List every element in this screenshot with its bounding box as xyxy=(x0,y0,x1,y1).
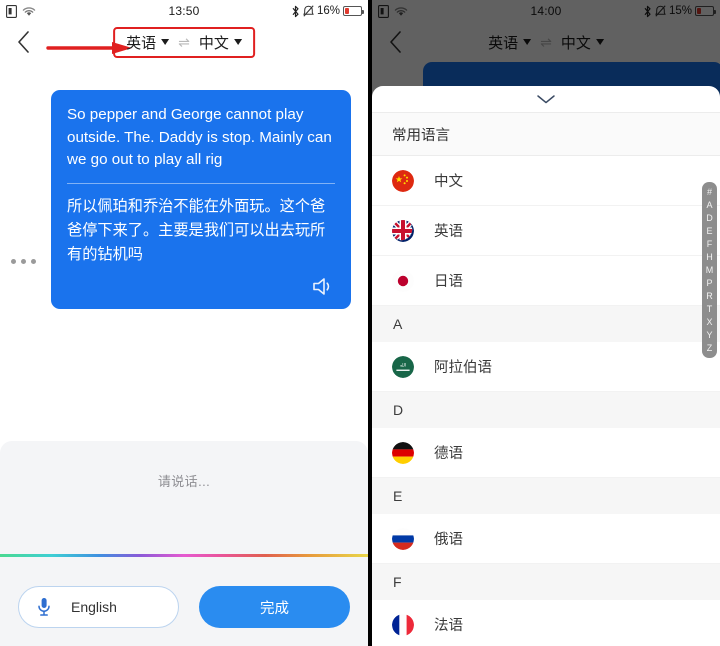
voice-action-row: English 完成 xyxy=(0,586,368,628)
common-languages-header: 常用语言 xyxy=(372,112,720,156)
flag-china-icon xyxy=(392,169,414,192)
index-header-e: E xyxy=(372,478,720,514)
status-bar: 13:50 16% xyxy=(0,0,368,22)
left-phone-screen: 13:50 16% 英语 ⇌ 中文 So pepper and George c… xyxy=(0,0,368,646)
chevron-down-icon xyxy=(161,39,170,45)
typing-dot xyxy=(21,259,26,264)
mute-icon xyxy=(303,5,314,17)
play-audio-button[interactable] xyxy=(67,276,335,297)
flag-france-icon xyxy=(392,613,414,636)
status-bar: 14:00 15% xyxy=(372,0,720,22)
battery-icon xyxy=(343,6,364,16)
audio-waveform-bar xyxy=(0,554,368,557)
language-row-yingyu[interactable]: 英语 xyxy=(372,206,720,256)
language-pair-selector[interactable]: 英语 ⇌ 中文 xyxy=(113,26,255,58)
flag-japan-icon xyxy=(392,269,414,292)
language-row-fayu[interactable]: 法语 xyxy=(372,600,720,646)
back-button[interactable] xyxy=(6,22,40,62)
index-header-d: D xyxy=(372,392,720,428)
done-button[interactable]: 完成 xyxy=(199,586,350,628)
source-language-label: 英语 xyxy=(126,34,157,52)
status-bar-right-icons: 15% xyxy=(643,5,716,18)
back-chevron-icon xyxy=(389,31,401,53)
battery-icon xyxy=(695,6,716,16)
chevron-down-icon xyxy=(233,39,242,45)
source-language-chip[interactable]: 英语 xyxy=(488,32,532,53)
index-header-f: F xyxy=(372,564,720,600)
target-language-chip[interactable]: 中文 xyxy=(561,32,604,53)
alpha-index-item[interactable]: P xyxy=(706,277,712,289)
source-language-chip[interactable]: 英语 xyxy=(126,32,170,53)
language-row-zhongwen[interactable]: 中文 xyxy=(372,156,720,206)
svg-text:الله: الله xyxy=(400,363,406,368)
bluetooth-icon xyxy=(292,5,299,17)
language-name: 中文 xyxy=(434,174,463,190)
target-language-chip[interactable]: 中文 xyxy=(199,32,242,53)
swap-arrows-icon[interactable]: ⇌ xyxy=(540,35,552,49)
battery-percent-label: 15% xyxy=(668,5,692,17)
alpha-index-item[interactable]: Y xyxy=(706,329,712,341)
voice-input-sheet: 请说话... English 完成 xyxy=(0,441,368,646)
back-chevron-icon xyxy=(17,31,29,53)
language-row-eyu[interactable]: 俄语 xyxy=(372,514,720,564)
bluetooth-icon xyxy=(644,5,651,17)
alpha-index-item[interactable]: F xyxy=(707,238,713,250)
translation-bubble[interactable]: So pepper and George cannot play outside… xyxy=(51,90,351,309)
language-pair-selector[interactable]: 英语 ⇌ 中文 xyxy=(477,28,615,57)
alpha-index-item[interactable]: M xyxy=(706,264,714,276)
language-name: 俄语 xyxy=(434,532,463,548)
bubble-divider xyxy=(67,182,335,184)
source-text: So pepper and George cannot play outside… xyxy=(67,106,332,168)
microphone-icon xyxy=(38,598,50,616)
chevron-down-icon xyxy=(595,39,604,45)
alpha-index-item[interactable]: Z xyxy=(707,342,713,354)
flag-uk-icon xyxy=(392,219,414,242)
typing-indicator xyxy=(11,259,36,264)
mic-language-button[interactable]: English xyxy=(18,586,179,628)
collapse-sheet-button[interactable] xyxy=(372,86,720,112)
language-name: 德语 xyxy=(434,446,463,462)
voice-hint-text: 请说话... xyxy=(157,474,211,489)
flag-russia-icon xyxy=(392,527,414,550)
target-language-label: 中文 xyxy=(560,34,591,52)
language-row-deyu[interactable]: 德语 xyxy=(372,428,720,478)
flag-saudi-arabia-icon: الله xyxy=(392,355,414,378)
language-name: 英语 xyxy=(434,224,463,240)
right-phone-screen: 14:00 15% 英语 ⇌ 中文 常用语言 中文 英语 日语 A الله 阿… xyxy=(372,0,720,646)
language-picker-sheet: 常用语言 中文 英语 日语 A الله 阿拉伯语 D 德语 E 俄语 F 法语 xyxy=(372,86,720,646)
chevron-down-icon xyxy=(537,95,555,104)
mute-icon xyxy=(655,5,666,17)
mic-language-label: English xyxy=(71,599,117,615)
language-name: 阿拉伯语 xyxy=(434,360,492,376)
alpha-index-item[interactable]: R xyxy=(706,290,713,302)
alpha-index-item[interactable]: E xyxy=(706,225,712,237)
typing-dot xyxy=(11,259,16,264)
top-nav-bar: 英语 ⇌ 中文 xyxy=(372,22,720,62)
language-name: 日语 xyxy=(434,274,463,290)
alpha-index-item[interactable]: A xyxy=(706,199,712,211)
back-button[interactable] xyxy=(378,22,412,62)
language-name: 法语 xyxy=(434,618,463,634)
alpha-index-item[interactable]: T xyxy=(707,303,713,315)
alphabet-index-rail[interactable]: # A D E F H M P R T X Y Z xyxy=(702,182,717,358)
target-language-label: 中文 xyxy=(198,34,229,52)
top-nav-bar: 英语 ⇌ 中文 xyxy=(0,22,368,62)
typing-dot xyxy=(31,259,36,264)
speaker-icon xyxy=(313,277,330,295)
language-row-alabo[interactable]: الله 阿拉伯语 xyxy=(372,342,720,392)
alpha-index-item[interactable]: D xyxy=(706,212,713,224)
battery-percent-label: 16% xyxy=(316,5,340,17)
source-language-label: 英语 xyxy=(488,34,519,52)
translated-text: 所以佩珀和乔治不能在外面玩。这个爸爸停下来了。主要是我们可以出去玩所有的钻机吗 xyxy=(67,197,326,263)
language-row-riyu[interactable]: 日语 xyxy=(372,256,720,306)
alpha-index-item[interactable]: # xyxy=(707,186,712,198)
chevron-down-icon xyxy=(523,39,532,45)
index-header-a: A xyxy=(372,306,720,342)
status-bar-right-icons: 16% xyxy=(291,5,364,18)
alpha-index-item[interactable]: X xyxy=(706,316,712,328)
alpha-index-item[interactable]: H xyxy=(706,251,713,263)
conversation-area: So pepper and George cannot play outside… xyxy=(0,62,368,646)
flag-germany-icon xyxy=(392,441,414,464)
swap-arrows-icon[interactable]: ⇌ xyxy=(178,35,190,49)
